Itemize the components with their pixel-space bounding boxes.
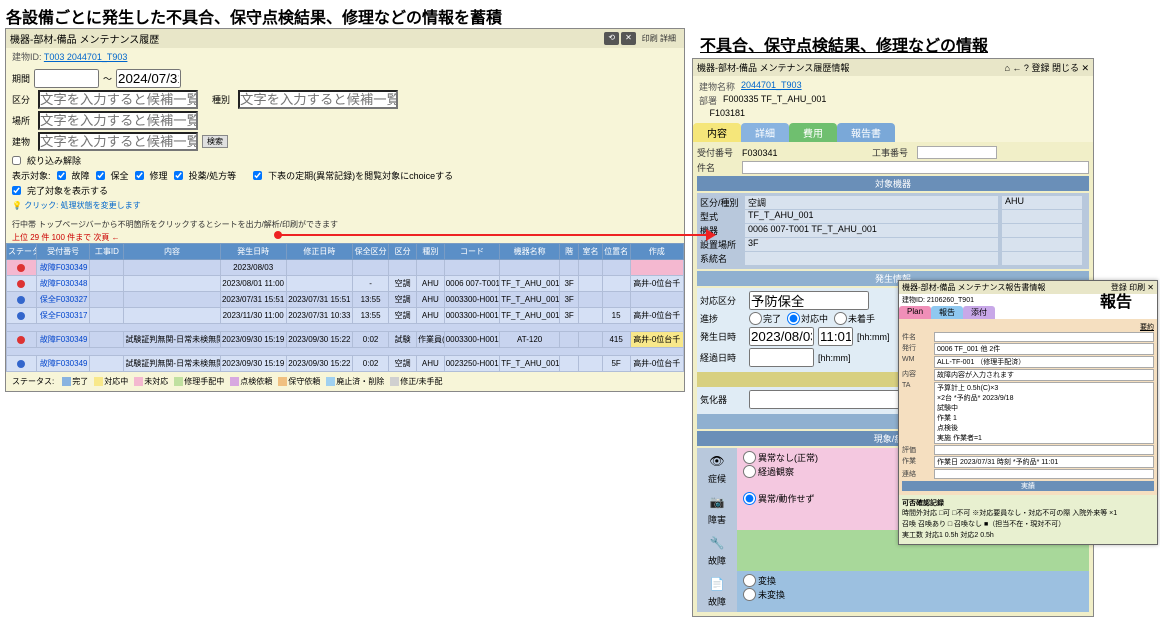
relation-arrow: [278, 234, 708, 236]
legend-item: 修理手配中: [174, 377, 224, 386]
detail-breadcrumb: 機器-部材-備品 メンテナンス履歴情報: [697, 61, 849, 74]
detail-bar-icons[interactable]: ⌂ ← ?: [1004, 63, 1028, 73]
chk-clear[interactable]: [12, 156, 21, 165]
close-icon[interactable]: ✕: [621, 32, 636, 45]
in-loc[interactable]: [38, 111, 198, 130]
status-legend: ステータス: 完了対応中未対応修理手配中点検依頼保守依頼廃止済・削除修正/未手配: [6, 372, 684, 391]
main-title: 各設備ごとに発生した不具合、保守点検結果、修理などの情報を蓄積: [6, 4, 502, 28]
chk-opt2[interactable]: [135, 171, 144, 180]
obs-icon[interactable]: 📄: [708, 575, 726, 593]
sec-target: 対象機器: [697, 176, 1089, 191]
report-panel: 機器-部材-備品 メンテナンス報告書情報登録 印刷 ✕ 建物ID: 210626…: [898, 280, 1158, 545]
col-header[interactable]: 保全区分: [352, 244, 388, 260]
tab-cost[interactable]: 費用: [789, 123, 837, 142]
col-header[interactable]: 作成: [630, 244, 684, 260]
rtab-report[interactable]: 報告: [931, 306, 963, 319]
tab-detail[interactable]: 詳細: [741, 123, 789, 142]
col-header[interactable]: 工事ID: [90, 244, 124, 260]
lbl-loc: 場所: [12, 114, 34, 127]
prog-wip[interactable]: [787, 312, 800, 325]
col-header[interactable]: 室名: [579, 244, 602, 260]
legend-item: 対応中: [94, 377, 128, 386]
col-header[interactable]: 内容: [124, 244, 220, 260]
lbl-kbn: 区分: [12, 93, 34, 106]
help-icon[interactable]: ⟲: [604, 32, 619, 45]
table-row[interactable]: 故障F030349試験証判無関-日常未検無関2023/09/30 15:1920…: [7, 332, 684, 348]
col-header[interactable]: 機器名称: [500, 244, 560, 260]
in-elapsed[interactable]: [749, 348, 814, 367]
obs-opt[interactable]: [743, 574, 756, 587]
date-to[interactable]: [116, 69, 181, 88]
col-header[interactable]: コード: [444, 244, 500, 260]
col-header[interactable]: 階: [560, 244, 579, 260]
obs-icon[interactable]: 📷: [708, 493, 726, 511]
help-text: 💡 クリック: 処理状態を変更します: [12, 200, 678, 211]
filter-area: 期間 ～ 区分 種別 場所 建物 検索 絞り込み解除 表示対象: 故障 保全 修…: [6, 65, 684, 217]
legend-item: 完了: [62, 377, 88, 386]
obs-opt[interactable]: [743, 588, 756, 601]
legend-item: 修正/未手配: [390, 377, 442, 386]
col-header[interactable]: 区分: [389, 244, 417, 260]
in-status[interactable]: [749, 291, 869, 310]
report-label: 報告: [1100, 288, 1132, 312]
legend-item: 廃止済・削除: [326, 377, 384, 386]
bar-actions[interactable]: 印刷 詳細: [638, 32, 680, 45]
breadcrumb: 機器-部材-備品 メンテナンス履歴: [10, 31, 159, 46]
table-row[interactable]: 保全F0303272023/07/31 15:512023/07/31 15:5…: [7, 292, 684, 308]
lbl-loc2: 種別: [212, 93, 234, 106]
table-row[interactable]: 故障F0303482023/08/01 11:00-空調AHU0006 007-…: [7, 276, 684, 292]
tab-content[interactable]: 内容: [693, 123, 741, 142]
list-hint: 行中帯 トップページバーから不明箇所をクリックするとシートを出力/解析/印刷がで…: [6, 217, 684, 232]
lbl-bldg: 建物: [12, 135, 34, 148]
search-button[interactable]: 検索: [202, 135, 228, 148]
table-row[interactable]: 故障F030349試験証判無関-日常未検無関2023/09/30 15:1920…: [7, 356, 684, 372]
table-row[interactable]: 保全F0303172023/11/30 11:002023/07/31 10:3…: [7, 308, 684, 324]
in-kbn[interactable]: [38, 90, 198, 109]
panel-titlebar: 機器-部材-備品 メンテナンス履歴 ⟲ ✕ 印刷 詳細: [6, 29, 684, 48]
obs-icon[interactable]: 👁: [708, 452, 726, 470]
detail-bar-right[interactable]: 登録 閉じる ✕: [1031, 63, 1089, 73]
rtab-plan[interactable]: Plan: [899, 306, 931, 319]
maintenance-table: ステータス受付番号工事ID内容発生日時修正日時保全区分区分種別コード機器名称階室…: [6, 243, 684, 372]
in-work[interactable]: [917, 146, 997, 159]
obs-block: 📄故障変換未変換: [697, 571, 1089, 612]
col-header[interactable]: 修正日時: [286, 244, 352, 260]
obs-icon[interactable]: 🔧: [708, 534, 726, 552]
legend-item: 未対応: [134, 377, 168, 386]
prog-none[interactable]: [834, 312, 847, 325]
in-occur-t[interactable]: [818, 327, 853, 346]
chk-opt3[interactable]: [174, 171, 183, 180]
obs-opt[interactable]: [743, 451, 756, 464]
sub-title: 不具合、保守点検結果、修理などの情報: [700, 32, 988, 56]
date-from[interactable]: [34, 69, 99, 88]
chk-done[interactable]: [12, 186, 21, 195]
chk-ex[interactable]: [253, 171, 262, 180]
legend-item: 保守依頼: [278, 377, 320, 386]
lbl-period: 期間: [12, 72, 30, 85]
col-header[interactable]: 位置名: [602, 244, 630, 260]
in-bldg[interactable]: [38, 132, 198, 151]
chk-opt1[interactable]: [96, 171, 105, 180]
in-type[interactable]: [238, 90, 398, 109]
in-name[interactable]: [742, 161, 1089, 174]
rtab-attach[interactable]: 添付: [963, 306, 995, 319]
tab-report[interactable]: 報告書: [837, 123, 895, 142]
prog-done[interactable]: [749, 312, 762, 325]
legend-item: 点検依頼: [230, 377, 272, 386]
detail-bldg-link[interactable]: 2044701_T903: [741, 80, 802, 93]
table-row[interactable]: 故障F0303492023/08/03: [7, 260, 684, 276]
col-header[interactable]: 受付番号: [36, 244, 89, 260]
in-occur-d[interactable]: [749, 327, 814, 346]
col-header[interactable]: ステータス: [7, 244, 37, 260]
maintenance-list-panel: 機器-部材-備品 メンテナンス履歴 ⟲ ✕ 印刷 詳細 建物ID: T003 2…: [5, 28, 685, 392]
col-header[interactable]: 発生日時: [220, 244, 286, 260]
building-link[interactable]: T003 2044701_T903: [44, 52, 128, 62]
obs-opt[interactable]: [743, 465, 756, 478]
chk-opt0[interactable]: [57, 171, 66, 180]
col-header[interactable]: 種別: [416, 244, 444, 260]
obs-opt[interactable]: [743, 492, 756, 505]
